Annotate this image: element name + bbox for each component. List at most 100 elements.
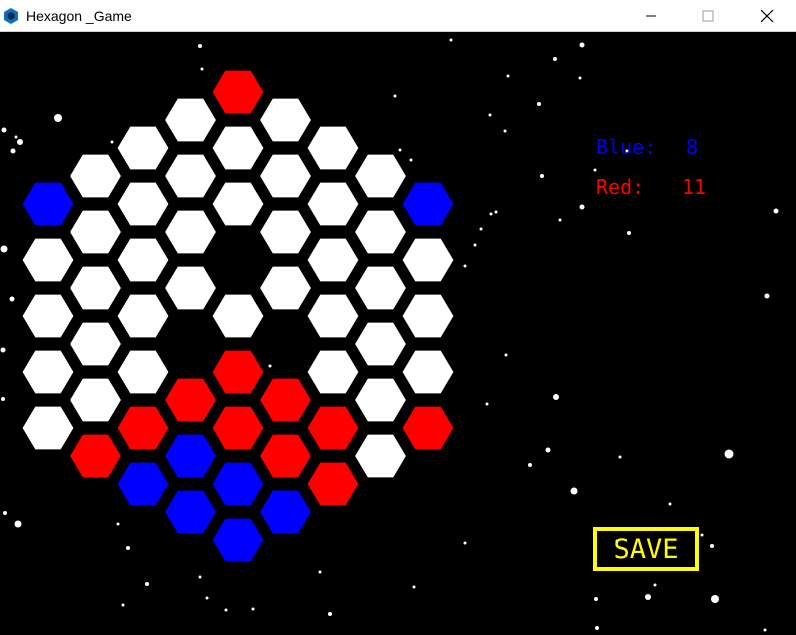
hex-cell-empty[interactable] [117, 350, 169, 394]
star [494, 210, 498, 214]
hex-cell-empty[interactable] [212, 182, 264, 226]
hex-cell-red[interactable] [212, 350, 264, 394]
star [553, 57, 557, 61]
hex-cell-red[interactable] [260, 378, 311, 422]
hex-cell-empty[interactable] [260, 154, 311, 198]
hex-cell-empty[interactable] [260, 210, 311, 254]
hex-cell-blue[interactable] [165, 434, 216, 478]
star [398, 148, 402, 152]
hexagon-app-icon [4, 8, 18, 24]
hex-cell-red[interactable] [307, 462, 359, 506]
close-button[interactable] [744, 0, 790, 32]
hex-cell-empty[interactable] [307, 126, 359, 170]
hex-cell-empty[interactable] [165, 154, 216, 198]
star [645, 594, 651, 600]
star [488, 113, 492, 117]
hex-cell-empty[interactable] [117, 126, 169, 170]
hex-cell-blue[interactable] [212, 462, 264, 506]
hex-cell-empty[interactable] [22, 294, 74, 338]
star [3, 511, 7, 515]
hex-cell-blue[interactable] [212, 518, 264, 562]
star [485, 402, 489, 406]
hex-cell-empty[interactable] [212, 126, 264, 170]
game-area: Blue: 8 Red: 11 SAVE [0, 32, 796, 635]
star [463, 541, 467, 545]
star [318, 570, 322, 574]
hex-cell-empty[interactable] [70, 266, 121, 310]
hex-cell-empty[interactable] [355, 322, 406, 366]
star [700, 533, 704, 537]
star [724, 449, 734, 459]
minimize-icon [646, 15, 656, 17]
star [627, 231, 631, 235]
hex-cell-empty[interactable] [260, 266, 311, 310]
hex-cell-empty[interactable] [355, 266, 406, 310]
window-title: Hexagon _Game [26, 8, 132, 24]
star [9, 296, 15, 302]
star [473, 243, 477, 247]
star [668, 502, 672, 506]
hex-cell-empty[interactable] [70, 322, 121, 366]
hex-cell-empty[interactable] [307, 294, 359, 338]
hex-cell-empty[interactable] [307, 182, 359, 226]
hex-cell-empty[interactable] [307, 238, 359, 282]
hex-cell-empty[interactable] [165, 266, 216, 310]
hex-cell-empty[interactable] [212, 294, 264, 338]
hex-cell-empty[interactable] [22, 406, 74, 450]
star [489, 212, 493, 216]
hex-cell-empty[interactable] [355, 210, 406, 254]
star [537, 102, 541, 106]
hex-cell-red[interactable] [117, 406, 169, 450]
maximize-button[interactable] [685, 0, 731, 32]
hex-cell-empty[interactable] [355, 154, 406, 198]
hex-cell-red[interactable] [165, 378, 216, 422]
hex-cell-blue[interactable] [260, 490, 311, 534]
hex-cell-red[interactable] [402, 406, 454, 450]
hex-cell-empty[interactable] [260, 98, 311, 142]
hex-cell-empty[interactable] [355, 378, 406, 422]
hex-cell-empty[interactable] [402, 350, 454, 394]
hex-cell-red[interactable] [212, 406, 264, 450]
minimize-button[interactable] [628, 0, 674, 32]
hex-cell-red[interactable] [212, 70, 264, 114]
hex-grid [22, 70, 454, 562]
hex-cell-empty[interactable] [22, 238, 74, 282]
hex-cell-empty[interactable] [165, 98, 216, 142]
hex-cell-empty[interactable] [402, 238, 454, 282]
star [553, 394, 559, 400]
close-icon [760, 9, 774, 23]
star [17, 139, 23, 145]
hex-cell-empty[interactable] [22, 350, 74, 394]
hex-cell-blue[interactable] [22, 182, 74, 226]
star [540, 174, 544, 178]
red-score-value: 11 [682, 175, 707, 199]
hex-cell-blue[interactable] [117, 462, 169, 506]
hex-cell-empty[interactable] [165, 210, 216, 254]
star [198, 575, 202, 579]
hex-cell-empty[interactable] [117, 238, 169, 282]
hex-cell-empty[interactable] [307, 350, 359, 394]
star [393, 94, 397, 98]
star [10, 148, 16, 154]
star [711, 595, 719, 603]
star [578, 76, 582, 80]
star [0, 347, 6, 353]
hex-cell-blue[interactable] [402, 182, 454, 226]
hex-cell-red[interactable] [70, 434, 121, 478]
hex-cell-red[interactable] [260, 434, 311, 478]
hex-cell-empty[interactable] [402, 294, 454, 338]
hex-cell-blue[interactable] [165, 490, 216, 534]
save-button[interactable]: SAVE [593, 527, 699, 571]
hex-cell-empty[interactable] [355, 434, 406, 478]
hex-cell-empty[interactable] [70, 378, 121, 422]
hex-cell-empty[interactable] [117, 294, 169, 338]
hex-cell-red[interactable] [307, 406, 359, 450]
hex-cell-empty[interactable] [117, 182, 169, 226]
maximize-icon [702, 10, 714, 22]
hex-cell-empty[interactable] [70, 154, 121, 198]
star [198, 44, 202, 48]
star [412, 585, 416, 589]
star [763, 628, 767, 632]
hex-cell-empty[interactable] [70, 210, 121, 254]
star [506, 74, 510, 78]
